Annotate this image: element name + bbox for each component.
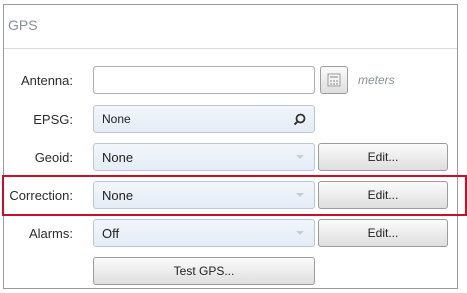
geoid-value: None xyxy=(102,149,134,165)
alarms-select[interactable]: Off xyxy=(93,219,315,247)
antenna-calculator-button[interactable] xyxy=(320,66,348,94)
geoid-label: Geoid: xyxy=(34,150,73,165)
alarms-edit-button[interactable]: Edit... xyxy=(318,219,448,247)
calculator-icon xyxy=(327,73,341,87)
epsg-label: EPSG: xyxy=(33,112,73,127)
antenna-input[interactable] xyxy=(93,66,315,94)
chevron-down-icon xyxy=(296,155,304,159)
title-divider xyxy=(4,48,457,49)
geoid-select[interactable]: None xyxy=(93,143,315,171)
alarms-label: Alarms: xyxy=(28,226,73,241)
epsg-input[interactable]: None xyxy=(93,105,315,133)
epsg-value: None xyxy=(102,112,131,126)
correction-highlight-box xyxy=(2,175,467,216)
alarms-value: Off xyxy=(102,225,120,241)
antenna-unit: meters xyxy=(358,73,395,87)
chevron-down-icon xyxy=(296,231,304,235)
antenna-label: Antenna: xyxy=(20,73,73,88)
search-icon[interactable] xyxy=(293,113,306,126)
geoid-edit-button[interactable]: Edit... xyxy=(318,143,448,171)
gps-panel: GPS Antenna: meters EPSG: None Geoid: No… xyxy=(2,4,467,289)
panel-title: GPS xyxy=(8,17,38,33)
test-gps-button[interactable]: Test GPS... xyxy=(93,257,315,285)
